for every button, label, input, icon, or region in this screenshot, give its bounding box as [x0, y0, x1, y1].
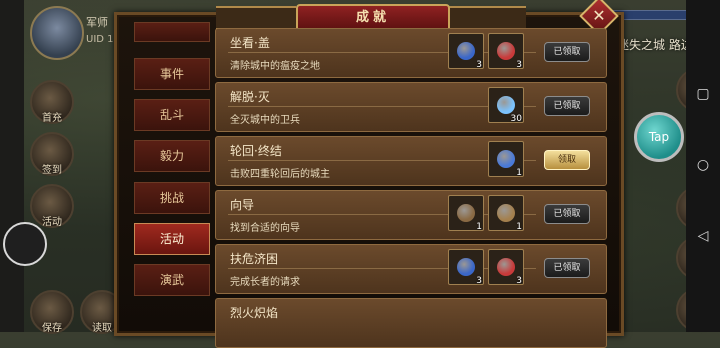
achievement-name: 烈火炽焰 [230, 306, 279, 320]
hero-avatar[interactable] [30, 6, 84, 60]
sign-in-label: 签到 [42, 165, 62, 176]
achievement-row: 向导找到合适的向导 1 1 已领取 [215, 190, 607, 240]
back-icon[interactable]: ◁ [695, 228, 711, 244]
crossbow-icon [457, 204, 475, 222]
crystal-icon [497, 96, 515, 114]
claim-button[interactable]: 领取 [544, 150, 590, 170]
tap-button[interactable]: Tap [634, 112, 684, 162]
gem-red-icon [497, 258, 515, 276]
reward-count: 3 [516, 60, 522, 70]
category-tab[interactable]: 乱斗 [134, 99, 210, 131]
achievement-name: 向导 [230, 198, 255, 212]
first-recharge-label: 首充 [42, 113, 62, 124]
bow-icon [497, 204, 515, 222]
save-button[interactable]: 保存 [30, 290, 74, 334]
reward-count: 1 [516, 222, 522, 232]
reward-count: 3 [476, 276, 482, 286]
title-wing-left [216, 6, 296, 30]
reward-slot[interactable]: 1 [488, 141, 524, 178]
activity-button[interactable]: 活动 [30, 184, 74, 228]
claimed-button[interactable]: 已领取 [544, 96, 590, 116]
gem-red-icon [497, 42, 515, 60]
achievement-desc: 找到合适的向导 [230, 223, 300, 234]
category-tab[interactable]: 事件 [134, 58, 210, 90]
achievement-name: 解脱·灭 [230, 90, 270, 104]
home-icon[interactable]: ○ [695, 157, 711, 173]
reward-slot[interactable]: 30 [488, 87, 524, 124]
claimed-button[interactable]: 已领取 [544, 204, 590, 224]
left-edge [0, 0, 24, 332]
category-tab[interactable] [134, 22, 210, 42]
close-icon[interactable]: ✕ [585, 2, 613, 30]
reward-count: 30 [510, 114, 522, 124]
achievement-row: 烈火炽焰 [215, 298, 607, 348]
map-title: 迷失之城 路边 [617, 38, 693, 52]
claimed-button[interactable]: 已领取 [544, 258, 590, 278]
achievement-desc: 全灭城中的卫兵 [230, 115, 300, 126]
reward-slot[interactable]: 3 [488, 249, 524, 286]
gem-blue-icon [457, 42, 475, 60]
first-recharge-button[interactable]: 首充 [30, 80, 74, 124]
achievement-row: 轮回·终结击败四重轮回后的城主 1 领取 [215, 136, 607, 186]
reward-slot[interactable]: 1 [448, 195, 484, 232]
achievement-name: 扶危济困 [230, 252, 279, 266]
category-tab[interactable]: 毅力 [134, 140, 210, 172]
category-tab[interactable]: 演武 [134, 264, 210, 296]
achievement-name: 轮回·终结 [230, 144, 282, 158]
reward-slot[interactable]: 3 [448, 33, 484, 70]
reward-count: 3 [476, 60, 482, 70]
achievement-row: 扶危济困完成长者的请求 3 3 已领取 [215, 244, 607, 294]
achievement-desc: 击败四重轮回后的城主 [230, 169, 330, 180]
title-wing-right [446, 6, 526, 30]
claimed-button[interactable]: 已领取 [544, 42, 590, 62]
achievement-row: 解脱·灭全灭城中的卫兵 30 已领取 [215, 82, 607, 132]
achievement-row: 坐看·盖清除城中的瘟疫之地 3 3 已领取 [215, 28, 607, 78]
scroll-icon [497, 150, 515, 168]
recent-apps-icon[interactable]: ▢ [695, 86, 711, 102]
assistant-icon[interactable] [3, 222, 47, 266]
reward-count: 1 [516, 168, 522, 178]
reward-slot[interactable]: 1 [488, 195, 524, 232]
sign-in-button[interactable]: 签到 [30, 132, 74, 176]
achievement-name: 坐看·盖 [230, 36, 270, 50]
reward-slot[interactable]: 3 [488, 33, 524, 70]
achievement-desc: 清除城中的瘟疫之地 [230, 61, 320, 72]
reward-count: 1 [476, 222, 482, 232]
reward-count: 3 [516, 276, 522, 286]
hero-name: 军师 [86, 16, 108, 29]
category-tab[interactable]: 挑战 [134, 182, 210, 214]
reward-slot[interactable]: 3 [448, 249, 484, 286]
achievement-desc: 完成长者的请求 [230, 277, 300, 288]
system-nav-bar: ▢ ○ ◁ [686, 0, 720, 332]
gem-blue-icon [457, 258, 475, 276]
category-tab[interactable]: 活动 [134, 223, 210, 255]
